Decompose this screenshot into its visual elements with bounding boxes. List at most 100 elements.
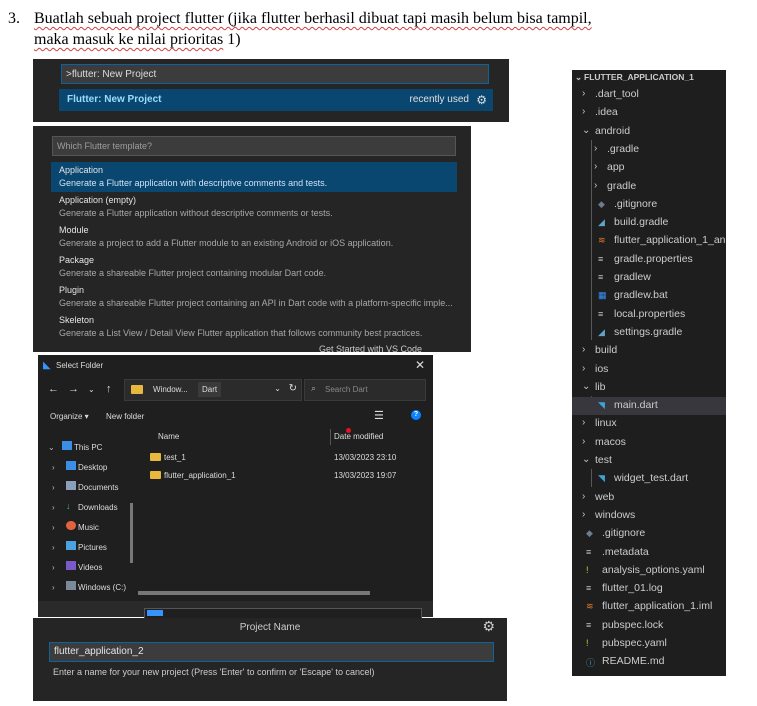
chevron-right-icon: › — [594, 179, 598, 191]
command-item-new-project[interactable]: Flutter: New Project recently used ⚙ — [59, 89, 493, 111]
horizontal-scrollbar[interactable] — [138, 591, 370, 595]
explorer-item-label: widget_test.dart — [614, 472, 689, 485]
sidebar-item-this-pc[interactable]: ⌄ This PC — [48, 441, 136, 455]
template-search-input[interactable]: Which Flutter template? — [52, 136, 456, 156]
column-date-modified[interactable]: Date modified — [334, 432, 383, 441]
explorer-item-label: ios — [595, 362, 609, 375]
search-icon: ⌕ — [311, 383, 317, 393]
file-date: 13/03/2023 19:07 — [334, 471, 397, 480]
back-arrow-icon[interactable]: ← — [48, 383, 59, 395]
chevron-right-icon: › — [52, 463, 55, 472]
command-input[interactable]: >flutter: New Project — [61, 64, 489, 84]
explorer-item[interactable]: › ios — [572, 361, 726, 379]
explorer-item-label: gradle.properties — [614, 252, 693, 265]
explorer-item[interactable]: ◆ .gitignore — [572, 196, 726, 214]
explorer-item[interactable]: › web — [572, 489, 726, 507]
prompt-title: Project Name — [239, 622, 301, 633]
chevron-right-icon: › — [582, 88, 586, 99]
chevron-down-icon[interactable]: ⌄ — [274, 384, 281, 393]
explorer-item-label: gradlew — [614, 271, 651, 283]
sidebar-item-pictures[interactable]: › Pictures — [52, 541, 140, 555]
organize-button[interactable]: Organize ▾ — [50, 412, 89, 421]
explorer-item[interactable]: ≋ flutter_application_1.iml — [572, 598, 726, 616]
project-name-input[interactable]: flutter_application_2 — [49, 642, 494, 662]
explorer-item[interactable]: ≋ flutter_application_1_an... — [572, 232, 726, 250]
sidebar-item-desktop[interactable]: › Desktop — [52, 461, 140, 475]
explorer-item[interactable]: › gradle — [572, 178, 726, 196]
chevron-right-icon: › — [582, 490, 586, 502]
explorer-item-label: app — [607, 161, 625, 174]
explorer-root[interactable]: ⌄ FLUTTER_APPLICATION_1 — [572, 70, 726, 84]
recently-used-label: recently used — [409, 94, 469, 105]
explorer-item[interactable]: ≡ flutter_01.log — [572, 580, 726, 598]
template-item-plugin[interactable]: Plugin Generate a shareable Flutter proj… — [51, 282, 457, 312]
explorer-item[interactable]: ! pubspec.yaml — [572, 635, 726, 653]
column-name[interactable]: Name — [158, 432, 179, 441]
forward-arrow-icon[interactable]: → — [68, 383, 79, 395]
template-item-application[interactable]: Application Generate a Flutter applicati… — [51, 162, 457, 192]
explorer-item[interactable]: ≡ pubspec.lock — [572, 617, 726, 635]
explorer-item[interactable]: ◥ widget_test.dart — [572, 470, 726, 488]
new-folder-button[interactable]: New folder — [106, 412, 144, 421]
refresh-icon[interactable]: ↻ — [289, 383, 297, 394]
explorer-item[interactable]: ◢ settings.gradle — [572, 324, 726, 342]
up-arrow-icon[interactable]: ↑ — [106, 383, 112, 395]
explorer-item[interactable]: ◆ .gitignore — [572, 525, 726, 543]
address-segment-current[interactable]: Dart — [198, 382, 222, 397]
folder-icon — [150, 453, 161, 461]
explorer-item[interactable]: ⓘ README.md — [572, 653, 726, 671]
explorer-item[interactable]: › macos — [572, 434, 726, 452]
explorer-item[interactable]: ▦ gradlew.bat — [572, 287, 726, 305]
chevron-down-icon[interactable]: ⌄ — [88, 385, 95, 394]
lines-icon: ≡ — [586, 546, 592, 557]
chevron-right-icon: › — [52, 583, 55, 592]
explorer-item[interactable]: › build — [572, 342, 726, 360]
sidebar-label: Desktop — [78, 463, 108, 472]
explorer-item[interactable]: ! analysis_options.yaml — [572, 562, 726, 580]
sidebar-item-downloads[interactable]: › ↓ Downloads — [52, 501, 140, 515]
gear-icon[interactable]: ⚙ — [476, 89, 487, 111]
explorer-item[interactable]: › linux — [572, 415, 726, 433]
explorer-item[interactable]: › .dart_tool — [572, 86, 726, 104]
explorer-item[interactable]: › windows — [572, 507, 726, 525]
explorer-item[interactable]: ◢ build.gradle — [572, 214, 726, 232]
question-line-2-b: 1) — [223, 31, 241, 48]
template-desc: Generate a List View / Detail View Flutt… — [59, 328, 423, 338]
dart-icon: ◥ — [598, 473, 605, 484]
address-segment[interactable]: Window... — [153, 385, 188, 394]
explorer-item[interactable]: › .idea — [572, 104, 726, 122]
explorer-item[interactable]: › app — [572, 159, 726, 177]
explorer-item-label: .dart_tool — [595, 88, 639, 100]
sidebar-item-music[interactable]: › Music — [52, 521, 140, 535]
sidebar-item-videos[interactable]: › Videos — [52, 561, 140, 575]
explorer-item[interactable]: ⌄ test — [572, 452, 726, 470]
address-bar[interactable]: Window... Dart ⌄ ↻ — [124, 379, 302, 401]
chevron-right-icon: › — [582, 344, 586, 356]
search-box[interactable]: ⌕ Search Dart — [304, 379, 426, 401]
sidebar-item-windows-c[interactable]: › Windows (C:) — [52, 581, 140, 595]
template-item-package[interactable]: Package Generate a shareable Flutter pro… — [51, 252, 457, 282]
explorer-item-label: build.gradle — [614, 216, 669, 229]
explorer-item[interactable]: ≡ gradle.properties — [572, 251, 726, 269]
template-item-application-empty[interactable]: Application (empty) Generate a Flutter a… — [51, 192, 457, 222]
explorer-item[interactable]: ≡ local.properties — [572, 306, 726, 324]
file-row[interactable]: test_1 13/03/2023 23:10 — [150, 451, 430, 465]
chevron-down-icon: ⌄ — [48, 443, 55, 452]
template-item-module[interactable]: Module Generate a project to add a Flutt… — [51, 222, 457, 252]
explorer-item[interactable]: ⌄ android — [572, 123, 726, 141]
template-desc: Generate a project to add a Flutter modu… — [59, 238, 394, 248]
explorer-item-label: .gitignore — [602, 527, 646, 540]
explorer-item[interactable]: › .gradle — [572, 141, 726, 159]
sidebar-item-documents[interactable]: › Documents — [52, 481, 140, 495]
file-row[interactable]: flutter_application_1 13/03/2023 19:07 — [150, 469, 430, 483]
template-item-skeleton[interactable]: Skeleton Generate a List View / Detail V… — [51, 312, 457, 342]
explorer-item[interactable]: ≡ gradlew — [572, 269, 726, 287]
sidebar-scrollbar[interactable] — [130, 503, 133, 563]
view-options-icon[interactable]: ☰ — [374, 409, 384, 422]
explorer-item[interactable]: ⌄ lib — [572, 379, 726, 397]
gear-icon[interactable]: ⚙ — [482, 618, 495, 635]
explorer-item[interactable]: ◥ main.dart — [572, 397, 726, 416]
help-icon[interactable]: ? — [411, 410, 421, 420]
explorer-item[interactable]: ≡ .metadata — [572, 544, 726, 562]
close-icon[interactable]: ✕ — [415, 358, 425, 372]
